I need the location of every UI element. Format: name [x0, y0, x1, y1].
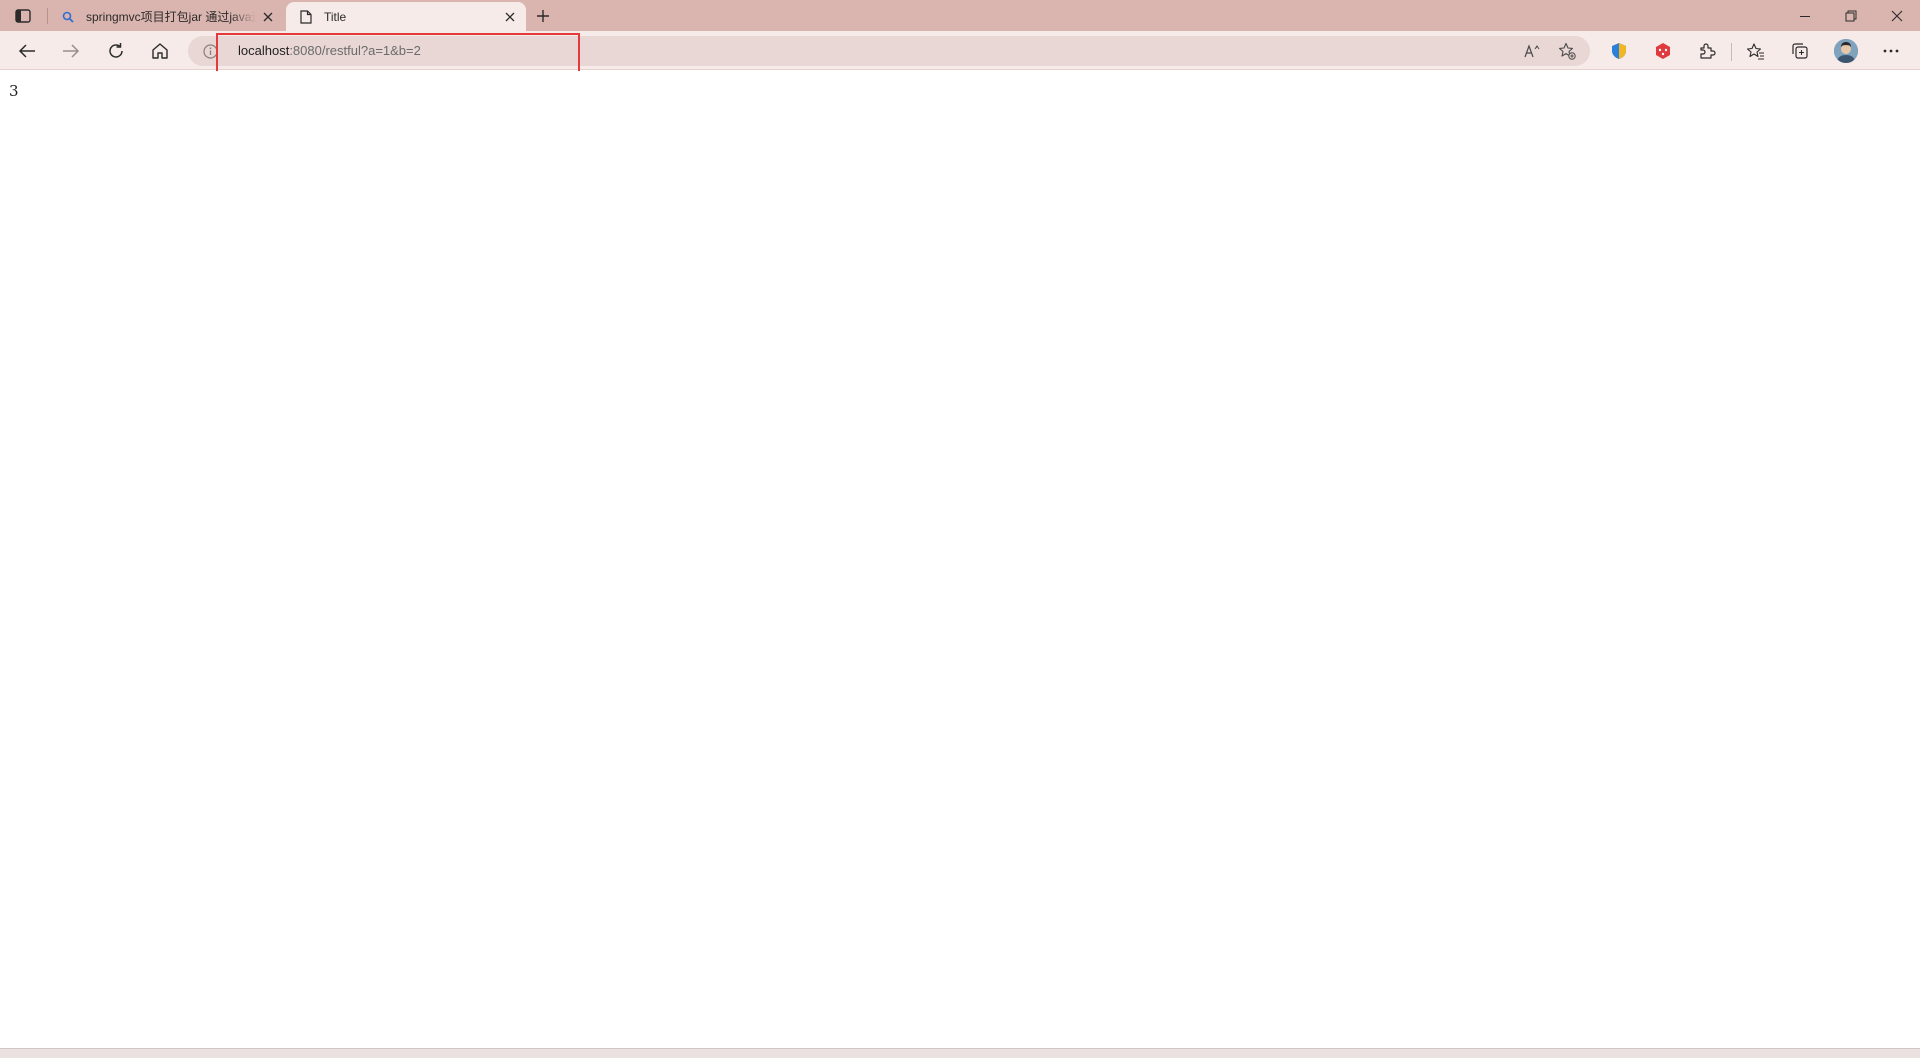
- read-aloud-icon[interactable]: [1522, 41, 1544, 61]
- favorites-icon[interactable]: [1741, 36, 1771, 66]
- close-window-button[interactable]: [1874, 0, 1920, 31]
- extensions-puzzle-icon[interactable]: [1692, 36, 1722, 66]
- tab-search-result[interactable]: springmvc项目打包jar 通过java运行: [48, 2, 284, 31]
- tab-title-page[interactable]: Title: [286, 2, 526, 31]
- forward-button[interactable]: [56, 36, 86, 66]
- title-bar: springmvc项目打包jar 通过java运行 Title: [0, 0, 1920, 31]
- refresh-button[interactable]: [101, 36, 131, 66]
- collections-icon[interactable]: [1785, 36, 1815, 66]
- address-highlight-box: [216, 33, 580, 74]
- close-icon[interactable]: [498, 5, 522, 29]
- extension-dice-icon[interactable]: [1648, 36, 1678, 66]
- tab-title: springmvc项目打包jar 通过java运行: [86, 10, 256, 24]
- close-icon[interactable]: [256, 5, 280, 29]
- page-icon: [298, 9, 314, 25]
- favorite-add-icon[interactable]: [1556, 41, 1578, 61]
- new-tab-button[interactable]: [530, 4, 556, 28]
- search-icon: [60, 9, 76, 25]
- tab-actions-icon[interactable]: [12, 7, 34, 25]
- extension-shield-icon[interactable]: [1604, 36, 1634, 66]
- page-content: 3: [0, 71, 1920, 1047]
- back-button[interactable]: [12, 36, 42, 66]
- tab-title: Title: [324, 9, 347, 24]
- profile-avatar[interactable]: [1834, 39, 1858, 63]
- taskbar: [0, 1048, 1920, 1058]
- toolbar-separator: [1731, 43, 1732, 61]
- more-options-icon[interactable]: [1876, 36, 1906, 66]
- result-text: 3: [9, 82, 19, 100]
- home-button[interactable]: [145, 36, 175, 66]
- restore-button[interactable]: [1828, 0, 1874, 31]
- minimize-button[interactable]: [1782, 0, 1828, 31]
